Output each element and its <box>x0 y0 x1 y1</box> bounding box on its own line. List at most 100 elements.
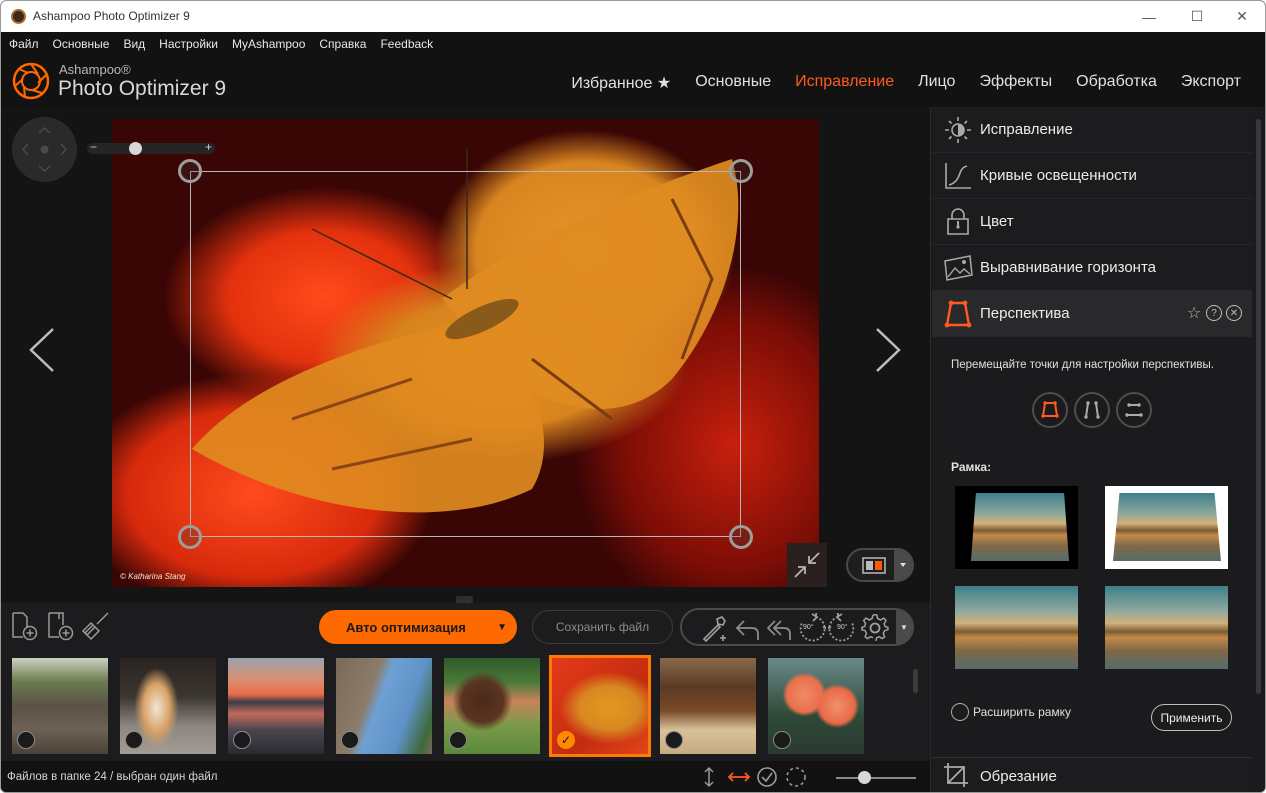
menu-bar: Файл Основные Вид Настройки MyAshampoo С… <box>1 32 1265 56</box>
close-tool-icon[interactable]: ✕ <box>1226 305 1242 321</box>
thumbnail[interactable] <box>12 658 108 754</box>
frame-option-white[interactable] <box>1105 486 1228 569</box>
zoom-slider-knob[interactable] <box>129 142 142 155</box>
main-tabs: Избранное ★ Основные Исправление Лицо Эф… <box>571 73 1241 93</box>
panel-item-correction[interactable]: Исправление <box>932 107 1252 153</box>
panel-item-crop[interactable]: Обрезание <box>932 757 1252 792</box>
perspective-handle-bottom-left[interactable] <box>178 525 202 549</box>
menu-settings[interactable]: Настройки <box>159 32 218 56</box>
mode-four-point-button[interactable] <box>1032 392 1068 428</box>
thumbnail[interactable] <box>768 658 864 754</box>
panel-item-curves[interactable]: Кривые освещенности <box>932 153 1252 199</box>
panel-item-label: Цвет <box>980 213 1014 230</box>
next-image-button[interactable] <box>873 327 903 384</box>
zoom-slider[interactable]: − + <box>87 140 215 154</box>
minimize-button[interactable]: — <box>1126 1 1172 32</box>
select-checkbox[interactable] <box>233 731 251 749</box>
menu-myashampoo[interactable]: MyAshampoo <box>232 32 305 56</box>
magic-wand-icon[interactable] <box>700 613 730 643</box>
perspective-handle-top-left[interactable] <box>178 159 202 183</box>
clear-list-broom-icon[interactable] <box>81 611 111 641</box>
thumbnail-size-slider[interactable] <box>836 777 916 779</box>
select-all-icon[interactable] <box>756 766 778 788</box>
rotate-left-button[interactable]: 90° <box>796 603 841 643</box>
close-button[interactable]: ✕ <box>1219 1 1265 32</box>
select-checkbox[interactable] <box>125 731 143 749</box>
app-icon <box>11 9 26 24</box>
panel-item-horizon[interactable]: Выравнивание горизонта <box>932 245 1252 291</box>
menu-file[interactable]: Файл <box>9 32 39 56</box>
perspective-handle-bottom-right[interactable] <box>729 525 753 549</box>
select-checkbox[interactable] <box>773 731 791 749</box>
auto-optimize-dropdown-icon[interactable]: ▼ <box>497 622 507 633</box>
auto-optimize-button[interactable]: Авто оптимизация ▼ <box>319 610 517 644</box>
thumbnail[interactable] <box>336 658 432 754</box>
perspective-frame[interactable] <box>190 171 741 537</box>
frame-option-black[interactable] <box>955 486 1078 569</box>
thumbnail-size-knob[interactable] <box>858 771 871 784</box>
zoom-in-icon[interactable]: + <box>205 140 212 154</box>
undo-all-icon[interactable] <box>764 613 794 643</box>
panel-item-perspective[interactable]: Перспектива ☆ ? ✕ <box>932 291 1252 337</box>
mode-vertical-button[interactable] <box>1074 392 1110 428</box>
mode-horizontal-button[interactable] <box>1116 392 1152 428</box>
settings-gear-icon[interactable] <box>860 613 890 643</box>
maximize-button[interactable]: ☐ <box>1174 1 1220 32</box>
previous-image-button[interactable] <box>27 327 57 384</box>
vertical-layout-icon[interactable] <box>699 766 719 788</box>
menu-feedback[interactable]: Feedback <box>380 32 433 56</box>
selected-check-icon[interactable]: ✓ <box>557 731 575 749</box>
add-folder-icon[interactable] <box>47 611 75 641</box>
split-view-icon <box>862 557 886 574</box>
thumbnail[interactable] <box>660 658 756 754</box>
thumbnail[interactable] <box>228 658 324 754</box>
rotate-right-button[interactable]: 90° <box>813 603 858 643</box>
tools-panel: Исправление Кривые освещенности Цвет Выр… <box>930 107 1265 792</box>
panel-scrollbar[interactable] <box>1256 119 1261 694</box>
select-checkbox[interactable] <box>665 731 683 749</box>
menu-help[interactable]: Справка <box>319 32 366 56</box>
panel-item-label: Кривые освещенности <box>980 167 1137 184</box>
tab-processing[interactable]: Обработка <box>1076 73 1157 93</box>
tools-dropdown-icon[interactable]: ▼ <box>896 610 912 644</box>
tab-export[interactable]: Экспорт <box>1181 73 1241 93</box>
fit-to-screen-button[interactable] <box>787 543 827 587</box>
panel-item-color[interactable]: Цвет <box>932 199 1252 245</box>
thumbnail-selected[interactable]: ✓ <box>549 655 651 757</box>
select-checkbox[interactable] <box>449 731 467 749</box>
chevron-right-icon <box>876 328 901 372</box>
favorite-star-icon[interactable]: ☆ <box>1186 305 1202 322</box>
compare-view-button[interactable] <box>846 548 914 582</box>
tab-favorites[interactable]: Избранное ★ <box>571 73 671 93</box>
tab-basic[interactable]: Основные <box>695 73 771 93</box>
panel-item-label: Выравнивание горизонта <box>980 259 1157 276</box>
logo-product: Photo Optimizer 9 <box>58 77 227 100</box>
perspective-handle-top-right[interactable] <box>729 159 753 183</box>
tab-face[interactable]: Лицо <box>918 73 955 93</box>
thumbnail[interactable] <box>444 658 540 754</box>
frame-option-mirror[interactable] <box>1105 586 1228 669</box>
expand-frame-radio[interactable] <box>951 703 969 721</box>
undo-icon[interactable] <box>732 613 762 643</box>
filmstrip-scrollbar[interactable] <box>913 669 918 693</box>
select-checkbox[interactable] <box>17 731 35 749</box>
add-file-icon[interactable] <box>11 611 39 641</box>
deselect-all-icon[interactable] <box>785 766 807 788</box>
compare-dropdown[interactable] <box>894 550 912 580</box>
tab-effects[interactable]: Эффекты <box>979 73 1052 93</box>
pan-navigator[interactable] <box>12 117 77 182</box>
save-file-button[interactable]: Сохранить файл <box>532 610 673 644</box>
crop-icon <box>944 763 968 787</box>
filmstrip: ✓ <box>1 651 930 761</box>
tab-correction[interactable]: Исправление <box>795 73 894 93</box>
expand-frame-label: Расширить рамку <box>973 705 1072 719</box>
help-icon[interactable]: ? <box>1206 305 1222 321</box>
apply-button[interactable]: Применить <box>1151 704 1232 731</box>
horizontal-layout-icon[interactable] <box>727 766 751 788</box>
select-checkbox[interactable] <box>341 731 359 749</box>
zoom-out-icon[interactable]: − <box>90 140 97 154</box>
menu-view[interactable]: Вид <box>123 32 145 56</box>
thumbnail[interactable] <box>120 658 216 754</box>
menu-basic[interactable]: Основные <box>53 32 110 56</box>
frame-option-stretch[interactable] <box>955 586 1078 669</box>
